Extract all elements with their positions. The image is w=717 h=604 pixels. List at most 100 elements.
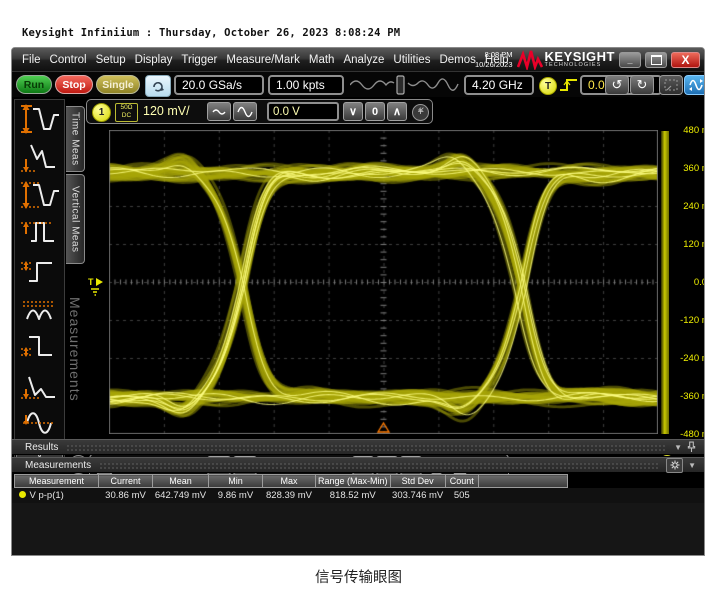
undo-button[interactable]: ↺ [605, 75, 629, 95]
measurement-value: 30.86 mV [99, 488, 153, 504]
rising-edge-icon[interactable] [559, 76, 579, 94]
auto-scale-button[interactable] [145, 75, 171, 97]
v-rms-ac-measurement-icon[interactable] [15, 404, 62, 442]
v-middle-measurement-icon[interactable] [15, 290, 62, 328]
v-p-p-measurement-icon[interactable] [15, 100, 62, 138]
stop-button[interactable]: Stop [55, 75, 93, 94]
column-header-min[interactable]: Min [209, 475, 263, 488]
run-button[interactable]: Run [16, 75, 52, 94]
menubar-right: 8:08 PM 10/26/2023 KEYSIGHT TECHNOLOGIES… [475, 48, 700, 71]
menu-file[interactable]: File [18, 54, 45, 66]
column-header-mean[interactable]: Mean [153, 475, 209, 488]
column-header-count[interactable]: Count [445, 475, 478, 488]
sample-rate-field[interactable]: 20.0 GSa/s [174, 75, 264, 95]
single-button[interactable]: Single [96, 75, 140, 94]
menu-measure-mark[interactable]: Measure/Mark [222, 54, 304, 66]
menu-math[interactable]: Math [305, 54, 339, 66]
menu-analyze[interactable]: Analyze [339, 54, 388, 66]
column-header-std-dev[interactable]: Std Dev [390, 475, 445, 488]
redo-button[interactable]: ↻ [630, 75, 654, 95]
column-header-range-max-min-[interactable]: Range (Max-Min) [316, 475, 391, 488]
scale-increase-button[interactable] [233, 102, 257, 121]
measurements-panel-header[interactable]: Measurements ▼ [12, 457, 704, 473]
v-min-measurement-icon[interactable] [15, 366, 62, 404]
v-lower-measurement-icon[interactable] [15, 328, 62, 366]
vertical-scale-value[interactable]: 120 mV/ [143, 104, 190, 118]
small-sine-icon [212, 107, 226, 117]
y-axis-label: -240 mV [672, 353, 705, 364]
tab-time-meas[interactable]: Time Meas [66, 106, 85, 172]
vertical-offset-field[interactable]: 0.0 V [267, 102, 339, 121]
offset-zero-button[interactable]: 0 [365, 102, 385, 121]
measurements-dots-texture [99, 462, 658, 469]
screenshot-stage: Keysight Infiniium : Thursday, October 2… [0, 0, 717, 604]
table-header-row: MeasurementCurrentMeanMinMaxRange (Max-M… [15, 475, 568, 488]
menu-utilities[interactable]: Utilities [389, 54, 434, 66]
offset-down-button[interactable]: ∨ [343, 102, 363, 121]
y-axis-label: -360 mV [672, 391, 705, 402]
results-dropdown-icon[interactable]: ▼ [674, 443, 682, 452]
v-top-measurement-icon[interactable] [15, 214, 62, 252]
channel-scale-bar [661, 131, 669, 434]
column-header-measurement[interactable]: Measurement [15, 475, 99, 488]
bandwidth-field[interactable]: 4.20 GHz [464, 75, 534, 95]
pin-icon[interactable] [687, 441, 696, 453]
row-filler [478, 488, 567, 504]
trigger-source-badge[interactable]: T [539, 77, 557, 95]
circular-arrow-icon [151, 79, 165, 93]
column-header-filler[interactable] [478, 475, 567, 488]
menu-setup[interactable]: Setup [92, 54, 130, 66]
menu-demos[interactable]: Demos [435, 54, 479, 66]
menu-bar: FileControlSetupDisplayTriggerMeasure/Ma… [12, 48, 704, 71]
measurements-settings-button[interactable] [666, 458, 683, 473]
channel1-badge[interactable]: 1 [92, 103, 111, 122]
maximize-icon [651, 55, 662, 65]
brand-subtitle: TECHNOLOGIES [545, 63, 615, 69]
bandwidth-slider[interactable] [350, 75, 460, 95]
minimize-button[interactable]: _ [619, 52, 641, 68]
large-sine-icon [237, 105, 253, 119]
scale-decrease-button[interactable] [207, 102, 231, 121]
v-upper-measurement-icon[interactable] [15, 252, 62, 290]
menu-trigger[interactable]: Trigger [177, 54, 221, 66]
impedance-coupling-badge[interactable]: 50Ω DC [115, 103, 138, 122]
column-header-max[interactable]: Max [263, 475, 316, 488]
waveform-drag-icon [688, 78, 704, 92]
measurement-name: V p-p(1) [15, 488, 99, 504]
keysight-logo: KEYSIGHT TECHNOLOGIES [517, 50, 615, 70]
oscilloscope-window: FileControlSetupDisplayTriggerMeasure/Ma… [11, 47, 705, 556]
v-base-measurement-icon[interactable] [15, 138, 62, 176]
impedance-label: 50Ω [116, 104, 137, 112]
clock: 8:08 PM 10/26/2023 [475, 50, 513, 69]
y-axis-label: -120 mV [672, 315, 705, 326]
clock-time: 8:08 PM [475, 50, 513, 59]
measurements-dropdown-icon[interactable]: ▼ [688, 461, 696, 470]
touch-gesture-button[interactable] [684, 75, 705, 95]
measurement-row[interactable]: V p-p(1)30.86 mV642.749 mV9.86 mV828.39 … [15, 488, 568, 504]
tab-vertical-meas[interactable]: Vertical Meas [66, 174, 85, 264]
memory-depth-field[interactable]: 1.00 kpts [268, 75, 344, 95]
eye-diagram-canvas[interactable] [109, 130, 658, 434]
display-area: ∨ Time Meas Vertical Meas Measurements «… [12, 97, 704, 488]
measurement-icon-column [14, 99, 65, 467]
measurements-panel-label: Measurements [67, 297, 83, 402]
measurement-value: 303.746 mV [390, 488, 445, 504]
v-amplitude-measurement-icon[interactable] [15, 176, 62, 214]
column-header-current[interactable]: Current [99, 475, 153, 488]
clock-date: 10/26/2023 [475, 60, 513, 69]
zoom-region-button[interactable] [659, 75, 683, 95]
channel1-toolbar: 1 50Ω DC 120 mV/ 0.0 V ∨ 0 ∧ + « [86, 99, 433, 124]
waveform-plot[interactable] [109, 130, 658, 434]
results-panel-header[interactable]: Results ▼ [12, 439, 704, 455]
maximize-button[interactable] [645, 52, 667, 68]
menu-control[interactable]: Control [46, 54, 91, 66]
menu-display[interactable]: Display [131, 54, 177, 66]
measurement-value: 505 [445, 488, 478, 504]
offset-up-button[interactable]: ∧ [387, 102, 407, 121]
trigger-level-marker[interactable]: T [87, 276, 109, 298]
close-button[interactable]: X [671, 52, 700, 68]
channel-toolbar-collapse[interactable]: « [418, 104, 424, 116]
y-axis-label: 0.0 V [672, 277, 705, 288]
measurements-title: Measurements [25, 460, 91, 471]
trigger-marker-letter: T [88, 277, 94, 287]
